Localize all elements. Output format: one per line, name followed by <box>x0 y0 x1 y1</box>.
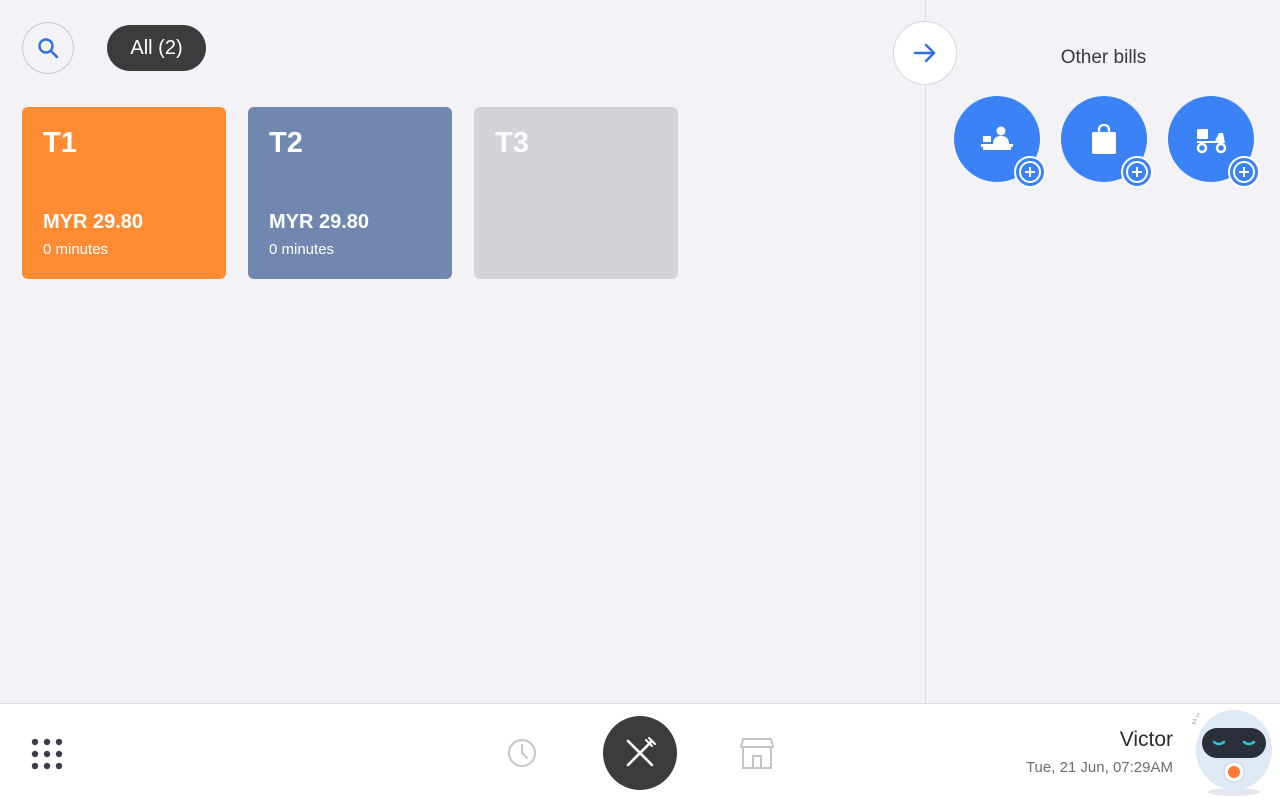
new-delivery-bill-button[interactable] <box>1168 96 1260 188</box>
arrow-right-icon <box>913 43 936 63</box>
table-name: T2 <box>269 127 303 159</box>
add-icon <box>1014 156 1046 188</box>
filter-all-pill[interactable]: All (2) <box>107 25 206 71</box>
search-icon <box>38 38 59 59</box>
dine-in-fork-knife-icon <box>626 737 656 767</box>
other-bills-panel: Other bills <box>925 0 1280 703</box>
svg-text:z: z <box>1196 711 1200 719</box>
delivery-scooter-icon <box>1196 129 1227 154</box>
robot-icon: z z <box>1192 710 1272 796</box>
user-datetime: Tue, 21 Jun, 07:29AM <box>1025 759 1173 776</box>
table-duration: 0 minutes <box>43 241 109 258</box>
add-icon <box>1121 156 1153 188</box>
table-card-t3[interactable]: T3 <box>474 107 678 279</box>
counter-icon <box>981 126 1013 150</box>
table-amount: MYR 29.80 <box>43 211 144 233</box>
history-button[interactable] <box>505 736 539 770</box>
add-icon <box>1228 156 1260 188</box>
table-name: T3 <box>495 127 529 159</box>
store-icon <box>739 738 775 769</box>
tables-panel: All (2) T1 MYR 29.80 0 minutes T2 MYR 29… <box>0 0 925 703</box>
table-card-t2[interactable]: T2 MYR 29.80 0 minutes <box>248 107 452 279</box>
new-counter-bill-button[interactable] <box>954 96 1046 188</box>
search-button[interactable] <box>22 22 74 74</box>
next-arrow-button[interactable] <box>893 21 957 85</box>
dine-in-button[interactable] <box>603 716 677 790</box>
table-name: T1 <box>43 127 77 159</box>
table-duration: 0 minutes <box>269 241 335 258</box>
new-takeaway-bill-button[interactable] <box>1061 96 1153 188</box>
bottom-bar: Victor Tue, 21 Jun, 07:29AM z z <box>0 703 1280 800</box>
assistant-bot-avatar[interactable]: z z <box>1190 706 1276 798</box>
apps-grid-button[interactable] <box>30 737 64 771</box>
other-bills-title: Other bills <box>1060 47 1147 68</box>
shopping-bag-icon <box>1092 123 1116 154</box>
grid-icon <box>31 738 63 770</box>
user-name: Victor <box>1119 728 1173 751</box>
table-amount: MYR 29.80 <box>269 211 370 233</box>
table-card-t1[interactable]: T1 MYR 29.80 0 minutes <box>22 107 226 279</box>
store-button[interactable] <box>738 734 776 772</box>
history-clock-icon <box>508 739 536 767</box>
